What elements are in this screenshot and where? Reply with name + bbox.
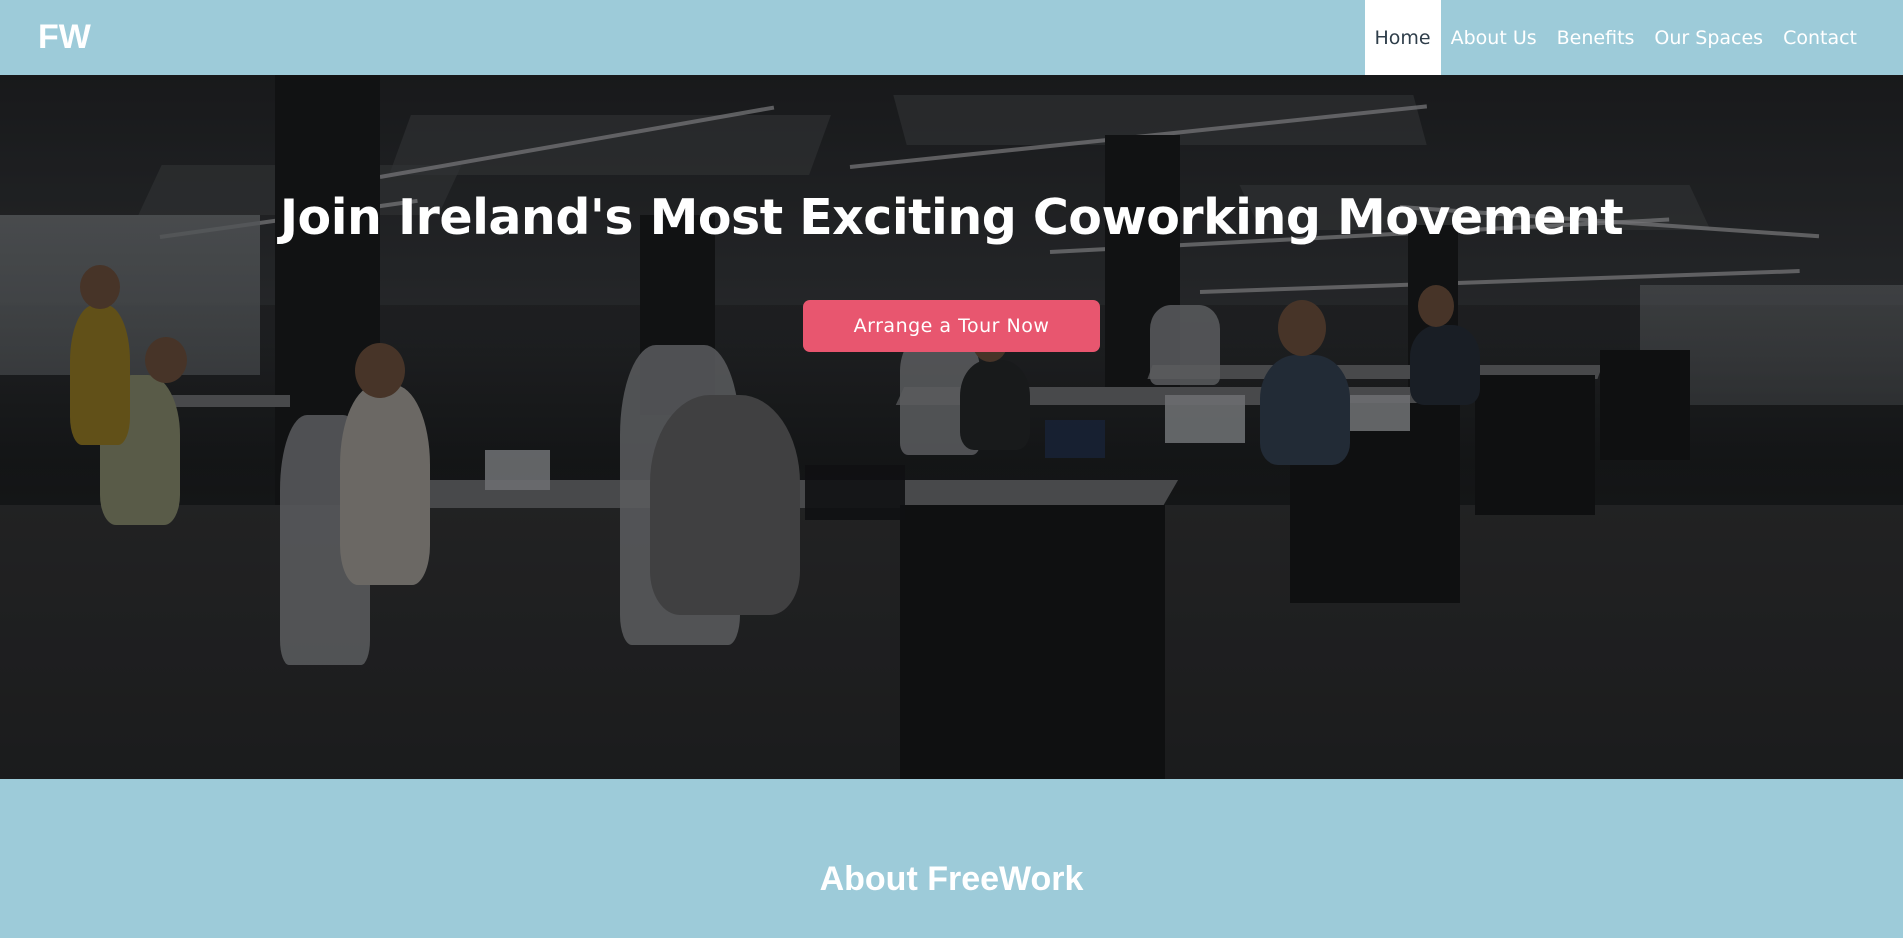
site-logo[interactable]: FW xyxy=(38,18,91,57)
arrange-tour-button[interactable]: Arrange a Tour Now xyxy=(803,300,1100,352)
hero-dark-overlay xyxy=(0,75,1903,779)
hero-title: Join Ireland's Most Exciting Coworking M… xyxy=(279,189,1624,246)
nav-item-about-us[interactable]: About Us xyxy=(1441,0,1547,75)
about-title: About FreeWork xyxy=(819,860,1084,898)
nav-item-contact[interactable]: Contact xyxy=(1773,0,1867,75)
nav-item-benefits[interactable]: Benefits xyxy=(1547,0,1645,75)
hero-section: Join Ireland's Most Exciting Coworking M… xyxy=(0,75,1903,779)
nav-item-home[interactable]: Home xyxy=(1364,0,1441,75)
about-section: About FreeWork xyxy=(0,779,1903,938)
nav-item-our-spaces[interactable]: Our Spaces xyxy=(1644,0,1773,75)
main-nav: Home About Us Benefits Our Spaces Contac… xyxy=(1364,0,1868,75)
top-navbar: FW Home About Us Benefits Our Spaces Con… xyxy=(0,0,1903,75)
